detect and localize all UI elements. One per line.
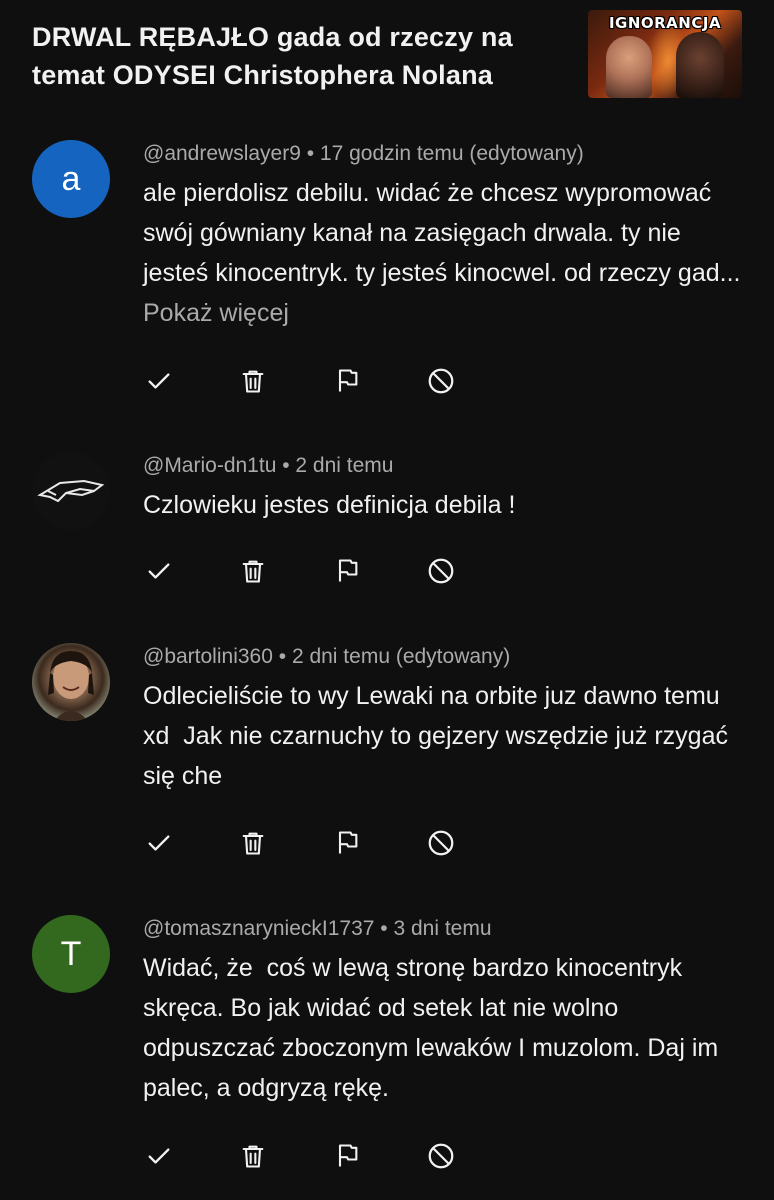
comment-meta: @andrewslayer9 • 17 godzin temu (edytowa… [143, 142, 584, 166]
show-more-link[interactable]: Pokaż więcej [143, 299, 289, 327]
comment-meta: @bartolini360 • 2 dni temu (edytowany) [143, 645, 510, 669]
meta-separator: • [374, 917, 394, 940]
delete-button[interactable] [237, 365, 269, 397]
delete-button[interactable] [237, 827, 269, 859]
block-button[interactable] [425, 827, 457, 859]
comment-body: Widać, że coś w lewą stronę bardzo kinoc… [143, 954, 726, 1102]
avatar-letter: T [60, 934, 82, 973]
comment-meta: @tomasznarynieckI1737 • 3 dni temu [143, 917, 492, 941]
block-icon [428, 558, 454, 584]
comment-actions [143, 1140, 473, 1172]
comment-author[interactable]: @bartolini360 [143, 645, 273, 668]
video-header: DRWAL RĘBAJŁO gada od rzeczy na temat OD… [0, 0, 774, 110]
rog-logo-icon [37, 479, 105, 503]
report-button[interactable] [331, 555, 363, 587]
block-button[interactable] [425, 365, 457, 397]
approve-button[interactable] [143, 365, 175, 397]
delete-button[interactable] [237, 555, 269, 587]
avatar[interactable]: a [32, 140, 110, 218]
avatar[interactable]: T [32, 915, 110, 993]
comment-time: 17 godzin temu (edytowany) [319, 142, 584, 165]
meta-separator: • [300, 142, 320, 165]
thumbnail-person-left [606, 36, 652, 98]
report-icon [338, 1144, 358, 1167]
comment-time: 2 dni temu (edytowany) [291, 645, 511, 668]
block-button[interactable] [425, 1140, 457, 1172]
approve-icon [148, 563, 170, 579]
delete-button[interactable] [237, 1140, 269, 1172]
approve-icon [148, 1148, 170, 1164]
comment-text: ale pierdolisz debilu. widać że chcesz w… [143, 173, 743, 333]
block-icon [428, 368, 454, 394]
delete-icon [242, 832, 264, 855]
avatar-letter: a [61, 159, 81, 198]
meta-separator: • [276, 454, 296, 477]
video-title[interactable]: DRWAL RĘBAJŁO gada od rzeczy na temat OD… [32, 18, 572, 94]
comment-meta: @Mario-dn1tu • 2 dni temu [143, 454, 393, 478]
thumbnail-person-right [676, 32, 724, 98]
report-icon [338, 831, 358, 854]
block-button[interactable] [425, 555, 457, 587]
avatar[interactable] [32, 643, 110, 721]
report-button[interactable] [331, 827, 363, 859]
report-icon [338, 559, 358, 582]
comment-author[interactable]: @tomasznarynieckI1737 [143, 917, 374, 940]
comment-author[interactable]: @Mario-dn1tu [143, 454, 276, 477]
approve-icon [148, 373, 170, 389]
comment-actions [143, 365, 473, 397]
report-button[interactable] [331, 1140, 363, 1172]
comment-body: Czlowieku jestes definicja debila ! [143, 491, 516, 519]
report-icon [338, 369, 358, 392]
approve-icon [148, 835, 170, 851]
report-button[interactable] [331, 365, 363, 397]
comment-body: Odlecieliście to wy Lewaki na orbite juz… [143, 682, 735, 790]
approve-button[interactable] [143, 827, 175, 859]
delete-icon [242, 370, 264, 393]
comment-time: 2 dni temu [295, 454, 394, 477]
comment-text: Widać, że coś w lewą stronę bardzo kinoc… [143, 948, 743, 1108]
comment-actions [143, 827, 473, 859]
comment-author[interactable]: @andrewslayer9 [143, 142, 301, 165]
comment-text: Czlowieku jestes definicja debila ! [143, 485, 743, 525]
delete-icon [242, 1145, 264, 1168]
approve-button[interactable] [143, 555, 175, 587]
approve-button[interactable] [143, 1140, 175, 1172]
comment-actions [143, 555, 473, 587]
block-icon [428, 830, 454, 856]
comment-text: Odlecieliście to wy Lewaki na orbite juz… [143, 676, 743, 796]
avatar[interactable] [32, 452, 110, 530]
video-thumbnail[interactable]: IGNORANCJA [588, 10, 742, 98]
comment-body: ale pierdolisz debilu. widać że chcesz w… [143, 179, 741, 287]
block-icon [428, 1143, 454, 1169]
delete-icon [242, 560, 264, 583]
meta-separator: • [272, 645, 292, 668]
comment-time: 3 dni temu [393, 917, 492, 940]
person-photo-icon [48, 651, 94, 721]
thumbnail-text: IGNORANCJA [608, 14, 722, 32]
